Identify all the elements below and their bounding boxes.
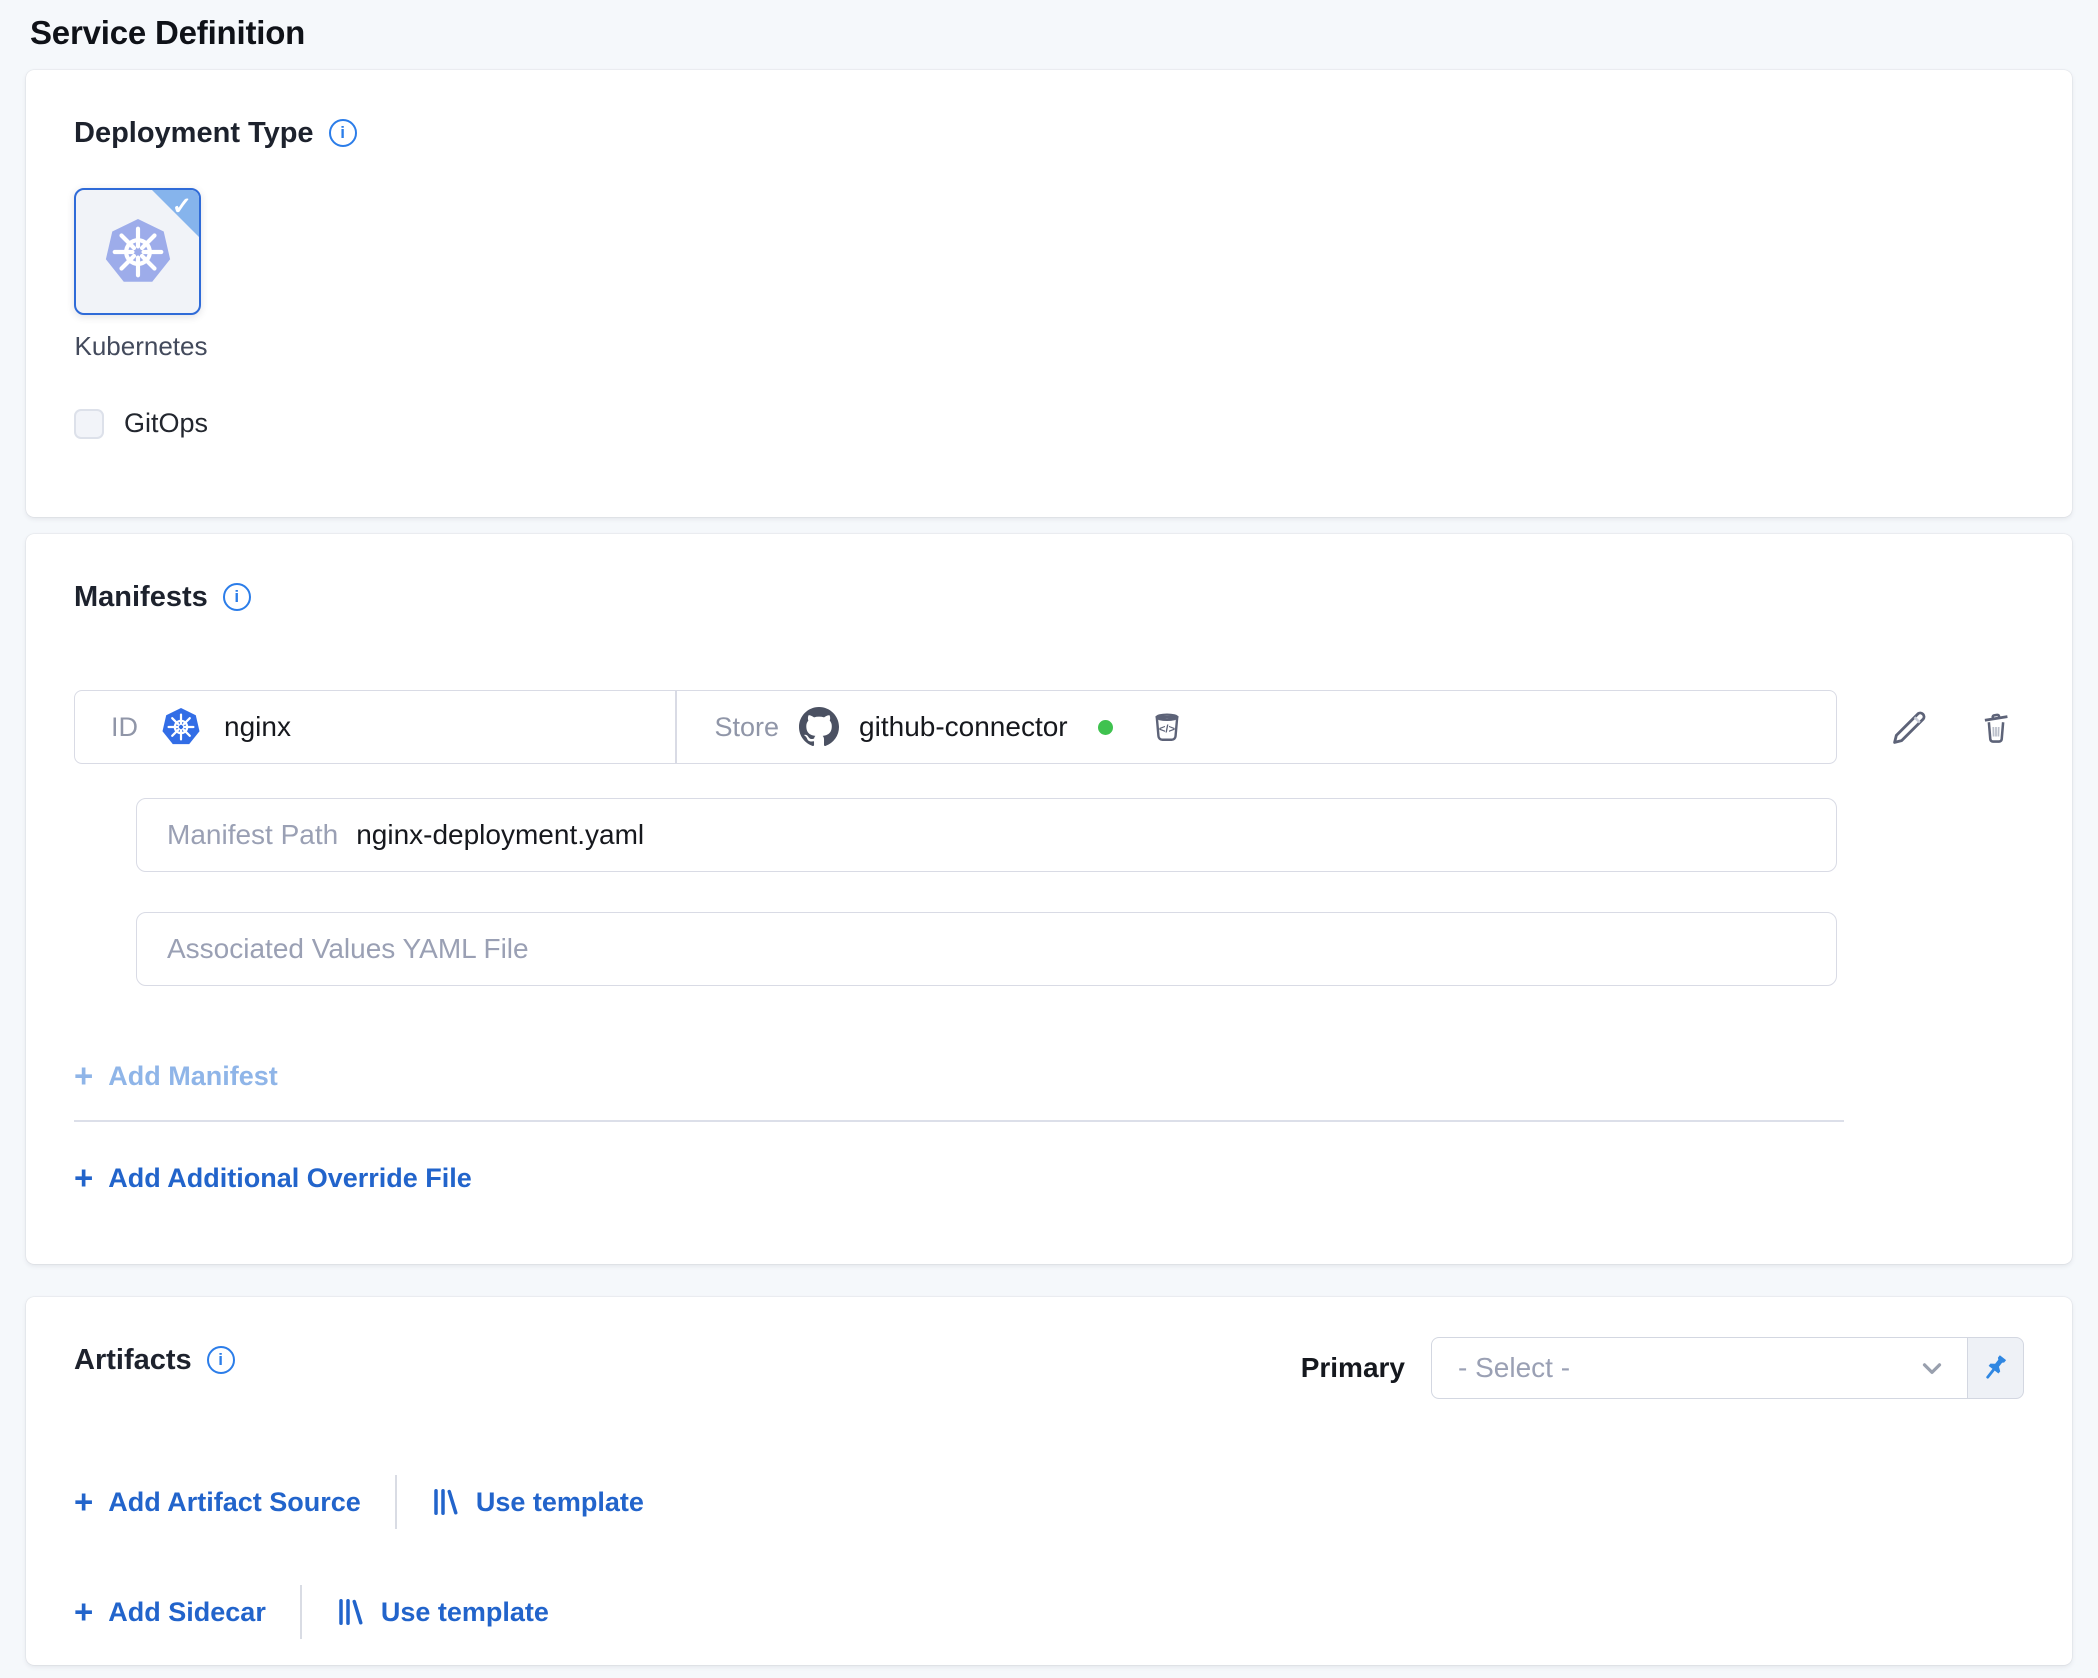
manifest-store-value: github-connector — [859, 711, 1068, 743]
trash-icon — [1977, 708, 2015, 746]
pin-icon — [1979, 1351, 2013, 1385]
manifest-id-value: nginx — [224, 711, 291, 743]
pin-primary-button[interactable] — [1968, 1337, 2024, 1399]
gitops-label: GitOps — [124, 408, 208, 439]
add-artifact-source-label: Add Artifact Source — [108, 1482, 361, 1522]
add-sidecar-button[interactable]: + Add Sidecar — [74, 1592, 266, 1632]
manifest-row: ID nginx Store — [74, 690, 2024, 764]
chevron-down-icon — [1917, 1353, 1947, 1383]
add-sidecar-label: Add Sidecar — [108, 1592, 266, 1632]
kubernetes-icon — [105, 219, 171, 285]
manifest-id-label: ID — [111, 712, 138, 743]
code-glyph: </> — [1158, 723, 1175, 735]
gitops-checkbox[interactable] — [74, 409, 104, 439]
add-artifact-source-button[interactable]: + Add Artifact Source — [74, 1482, 361, 1522]
deployment-type-tile-kubernetes[interactable]: ✓ — [74, 188, 201, 315]
deployment-type-card: Deployment Type i ✓ Kubernetes GitOps — [26, 70, 2072, 517]
artifact-actions-row: + Add Artifact Source Use template — [74, 1475, 2024, 1529]
check-icon: ✓ — [172, 192, 192, 221]
artifacts-card: Artifacts i Primary - Select - — [26, 1297, 2072, 1665]
divider — [74, 1120, 1844, 1122]
connector-status-dot — [1098, 720, 1113, 735]
manifest-path-field[interactable]: Manifest Path nginx-deployment.yaml — [136, 798, 1837, 872]
use-template-sidecar-button[interactable]: Use template — [336, 1592, 549, 1632]
add-manifest-button[interactable]: + Add Manifest — [74, 1056, 278, 1096]
deployment-type-title: Deployment Type — [74, 116, 314, 150]
manifest-chip[interactable]: ID nginx Store — [74, 690, 1837, 764]
manifest-path-label: Manifest Path — [167, 819, 338, 851]
primary-artifact-select[interactable]: - Select - — [1431, 1337, 1968, 1399]
plus-icon: + — [74, 1487, 93, 1517]
manifest-store-label: Store — [715, 712, 780, 743]
add-manifest-label: Add Manifest — [108, 1056, 278, 1096]
plus-icon: + — [74, 1061, 93, 1091]
plus-icon: + — [74, 1163, 93, 1193]
page-title: Service Definition — [30, 10, 2072, 56]
tile-label-kubernetes: Kubernetes — [74, 331, 208, 362]
manifests-card: Manifests i ID — [26, 534, 2072, 1264]
service-definition-page: Service Definition Deployment Type i ✓ K… — [0, 0, 2098, 1665]
use-template-artifact-button[interactable]: Use template — [431, 1482, 644, 1522]
add-override-file-button[interactable]: + Add Additional Override File — [74, 1158, 472, 1198]
artifacts-title: Artifacts — [74, 1343, 192, 1377]
info-icon[interactable]: i — [207, 1346, 235, 1374]
primary-artifact-label: Primary — [1301, 1352, 1405, 1384]
manifests-title: Manifests — [74, 580, 208, 614]
template-library-icon — [336, 1596, 366, 1628]
pencil-icon — [1889, 706, 1931, 748]
divider — [395, 1475, 397, 1529]
plus-icon: + — [74, 1597, 93, 1627]
primary-select-placeholder: - Select - — [1458, 1352, 1570, 1384]
manifest-path-value: nginx-deployment.yaml — [356, 819, 644, 851]
sidecar-actions-row: + Add Sidecar Use template — [74, 1585, 2024, 1639]
values-yaml-field[interactable]: Associated Values YAML File — [136, 912, 1837, 986]
delete-manifest-button[interactable] — [1977, 708, 2015, 746]
edit-manifest-button[interactable] — [1889, 706, 1931, 748]
template-library-icon — [431, 1486, 461, 1518]
info-icon[interactable]: i — [329, 119, 357, 147]
values-yaml-placeholder: Associated Values YAML File — [167, 933, 529, 965]
divider — [300, 1585, 302, 1639]
kubernetes-icon — [162, 708, 200, 746]
github-icon — [799, 707, 839, 747]
use-template-label: Use template — [476, 1482, 644, 1522]
info-icon[interactable]: i — [223, 583, 251, 611]
use-template-sidecar-label: Use template — [381, 1592, 549, 1632]
repo-store-icon: </> — [1149, 709, 1185, 745]
add-override-file-label: Add Additional Override File — [108, 1158, 472, 1198]
